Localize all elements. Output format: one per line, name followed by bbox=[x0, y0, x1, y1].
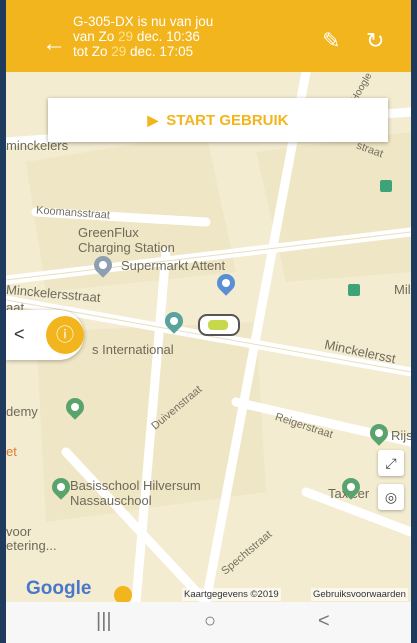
play-icon: ▶ bbox=[147, 111, 159, 128]
start-usage-button[interactable]: ▶ START GEBRUIK bbox=[48, 98, 388, 142]
map-label: Nassauschool bbox=[70, 493, 152, 508]
reservation-info: G-305-DX is nu van jou van Zo 29 dec. 10… bbox=[73, 14, 213, 59]
google-logo: Google bbox=[26, 578, 92, 599]
app-frame: ← G-305-DX is nu van jou van Zo 29 dec. … bbox=[6, 0, 411, 643]
map-label: s International bbox=[92, 342, 174, 357]
reservation-header: ← G-305-DX is nu van jou van Zo 29 dec. … bbox=[6, 0, 411, 72]
home-button[interactable]: ○ bbox=[204, 610, 216, 633]
back-button[interactable]: < bbox=[318, 610, 330, 633]
map-label: demy bbox=[6, 404, 38, 419]
shop-icon bbox=[380, 180, 392, 192]
restaurant-icon bbox=[114, 586, 132, 602]
chevron-left-icon[interactable]: < bbox=[14, 324, 25, 345]
map-label: Mil bbox=[394, 282, 411, 297]
map-label: voor bbox=[6, 524, 32, 539]
recent-apps-button[interactable]: ||| bbox=[96, 610, 112, 633]
map-label: Basisschool Hilversum bbox=[70, 478, 201, 493]
map-label: et bbox=[6, 444, 17, 459]
reservation-title: G-305-DX is nu van jou bbox=[73, 14, 214, 29]
map-label: Charging Station bbox=[78, 240, 175, 255]
reservation-start: van Zo 29 dec. 10:36 bbox=[73, 29, 200, 44]
map-label: Rijs bbox=[391, 428, 411, 443]
map-attribution: Kaartgegevens ©2019 bbox=[182, 588, 281, 601]
refresh-icon[interactable]: ↻ bbox=[366, 30, 384, 52]
terms-link[interactable]: Gebruiksvoorwaarden bbox=[311, 588, 408, 601]
my-location-icon[interactable]: ◎ bbox=[378, 484, 404, 510]
car-icon[interactable] bbox=[198, 314, 240, 336]
android-navbar: ||| ○ < bbox=[6, 602, 411, 643]
info-icon[interactable]: ⓘ bbox=[46, 316, 84, 354]
shop-icon bbox=[348, 284, 360, 296]
map-label: Supermarkt Attent bbox=[121, 258, 226, 273]
map-label: GreenFlux bbox=[78, 225, 139, 240]
expand-icon[interactable]: ⤢ bbox=[378, 450, 404, 476]
info-panel-tab[interactable]: < ⓘ bbox=[6, 310, 84, 360]
pencil-icon[interactable]: ✎ bbox=[322, 30, 340, 52]
map-label: etering... bbox=[6, 538, 57, 553]
reservation-end: tot Zo 29 dec. 17:05 bbox=[73, 44, 194, 59]
arrow-left-icon[interactable]: ← bbox=[42, 32, 66, 56]
